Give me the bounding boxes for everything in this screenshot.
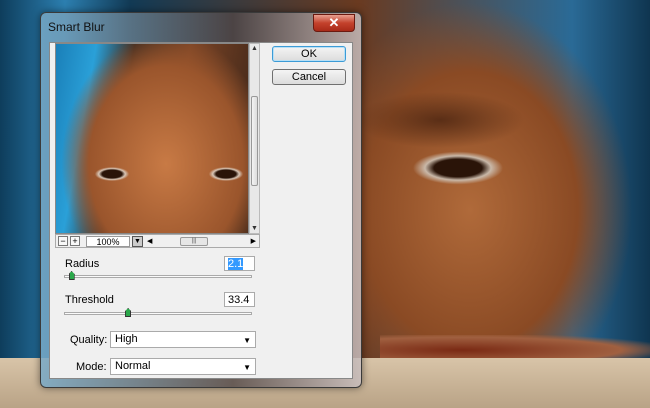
threshold-slider[interactable] (64, 308, 252, 317)
threshold-label: Threshold (65, 294, 114, 306)
preview-vertical-scrollbar[interactable]: ▲ ▼ (249, 43, 260, 234)
scroll-up-icon[interactable]: ▲ (251, 45, 258, 52)
zoom-in-button[interactable]: + (70, 236, 80, 246)
scroll-left-icon[interactable]: ◀ (147, 237, 152, 245)
scroll-right-icon[interactable]: ▶ (251, 237, 256, 245)
dialog-body: ▲ ▼ − + 100% ▼ ◀ ||| ▶ OK Cancel Radius … (49, 42, 353, 379)
quality-select[interactable]: High ▼ (110, 331, 256, 348)
quality-label: Quality: (70, 334, 108, 346)
dialog-title: Smart Blur (48, 20, 105, 34)
close-icon: ✕ (328, 15, 340, 30)
preview-toolbar: − + 100% ▼ ◀ ||| ▶ (55, 234, 260, 248)
radius-input[interactable]: 2.1 (224, 256, 255, 271)
radius-slider[interactable] (64, 271, 252, 280)
mode-select[interactable]: Normal ▼ (110, 358, 256, 375)
preview-horizontal-scrollbar[interactable]: ◀ ||| ▶ (145, 236, 259, 247)
chevron-down-icon: ▼ (243, 336, 251, 345)
ok-button[interactable]: OK (272, 46, 346, 62)
preview-image[interactable] (55, 43, 249, 234)
threshold-slider-thumb[interactable] (125, 308, 132, 317)
scroll-thumb[interactable] (251, 96, 258, 186)
scroll-thumb[interactable]: ||| (180, 236, 208, 246)
zoom-dropdown-button[interactable]: ▼ (132, 235, 143, 247)
radius-label: Radius (65, 258, 100, 270)
radius-slider-thumb[interactable] (68, 271, 75, 280)
close-button[interactable]: ✕ (313, 14, 355, 32)
chevron-down-icon: ▼ (243, 363, 251, 372)
scroll-down-icon[interactable]: ▼ (251, 225, 258, 232)
zoom-out-button[interactable]: − (58, 236, 68, 246)
cancel-button[interactable]: Cancel (272, 69, 346, 85)
smart-blur-dialog: Smart Blur ✕ ▲ ▼ − + 100% ▼ ◀ ||| ▶ OK C… (40, 12, 362, 388)
zoom-level[interactable]: 100% (86, 235, 130, 247)
mode-label: Mode: (76, 361, 107, 373)
threshold-input[interactable]: 33.4 (224, 292, 255, 307)
